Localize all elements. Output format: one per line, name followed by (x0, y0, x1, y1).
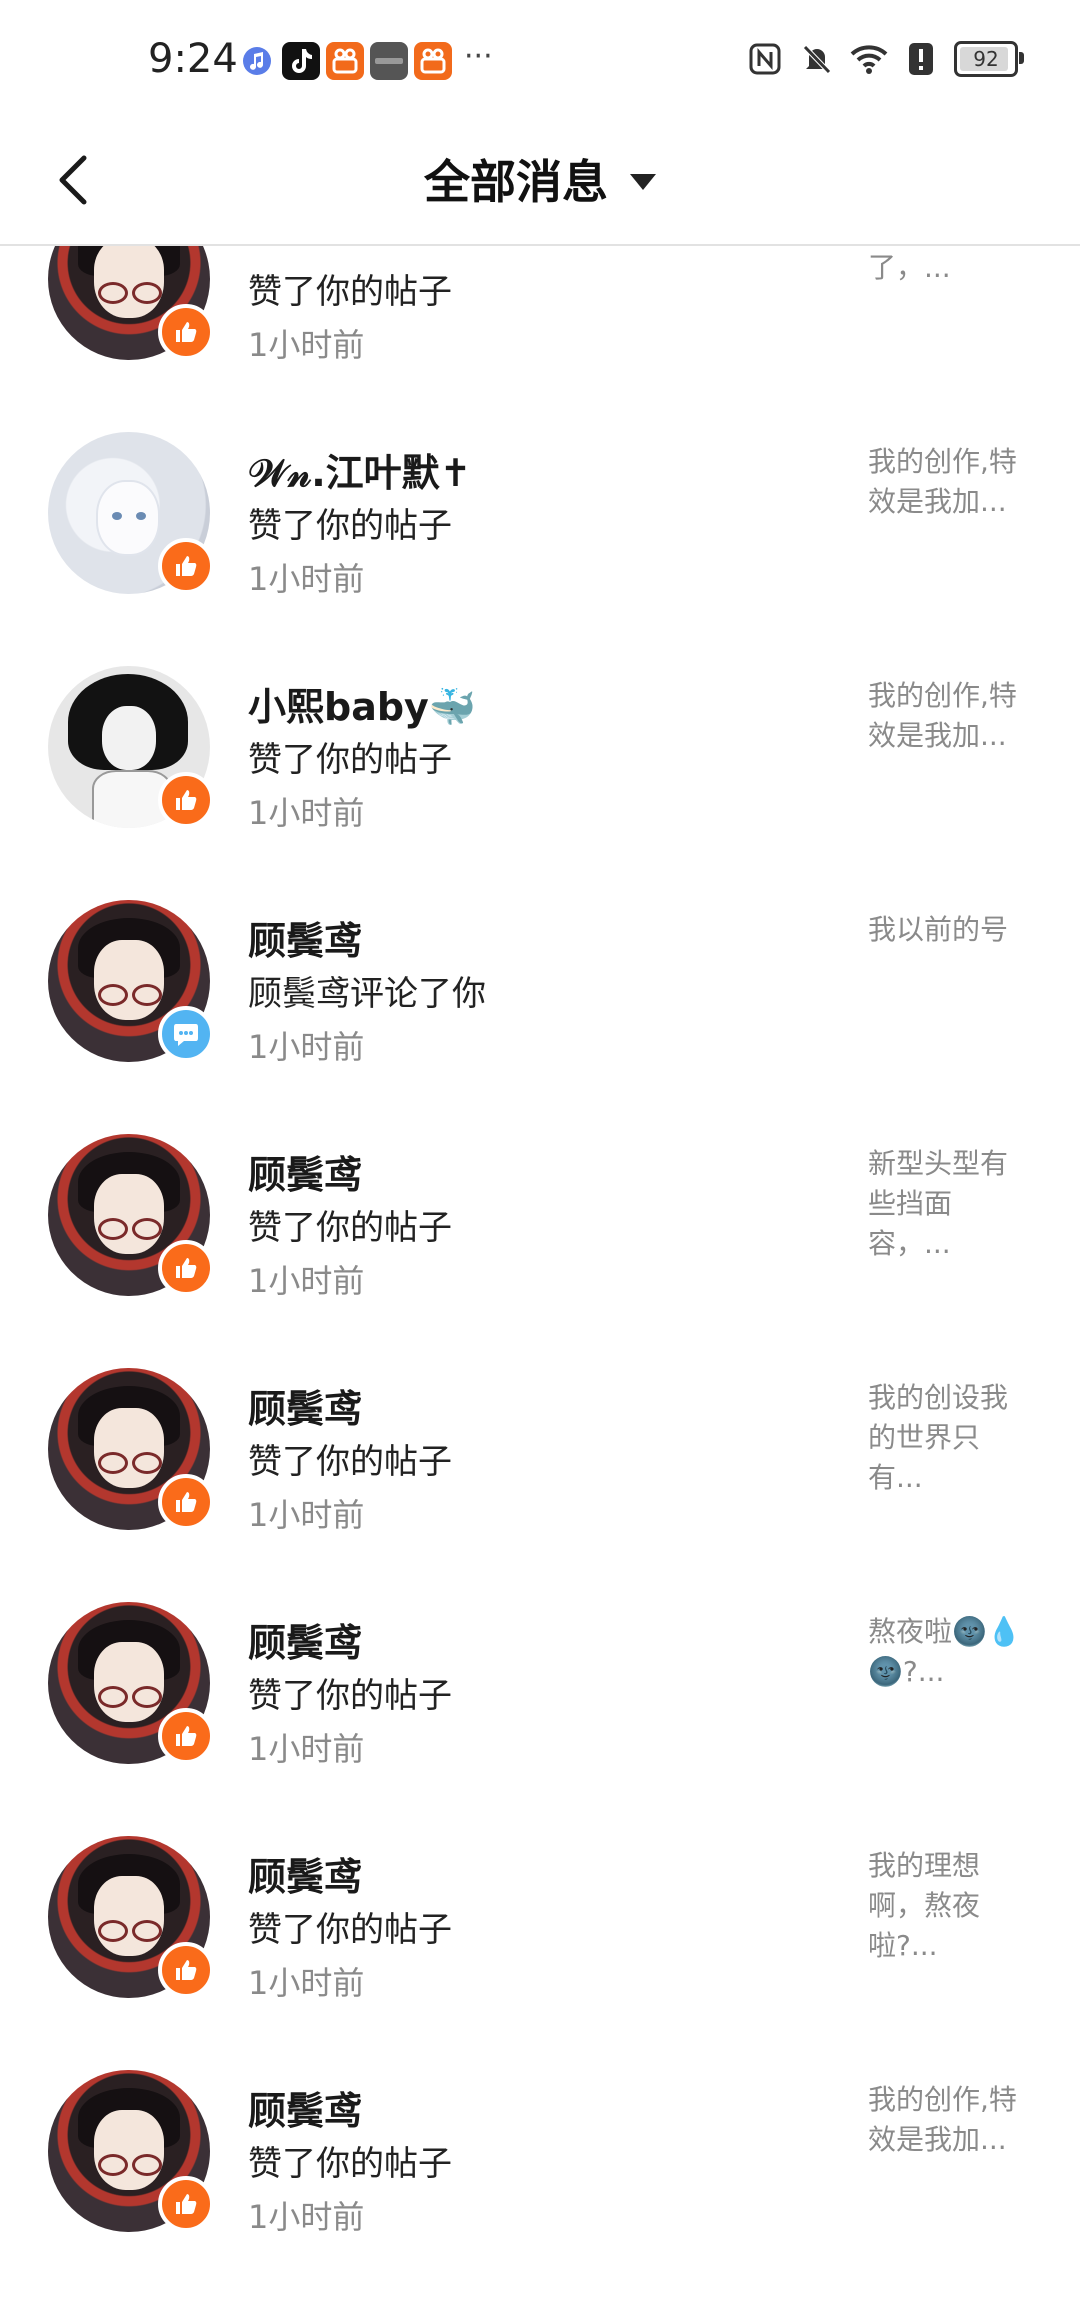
like-badge-icon (158, 1708, 214, 1764)
action-text: 赞了你的帖子 (248, 1442, 452, 1482)
action-text: 赞了你的帖子 (248, 506, 452, 546)
system-icons: 92 (746, 40, 1024, 78)
action-text: 赞了你的帖子 (248, 1910, 452, 1950)
message-item[interactable]: 赞了你的帖子 1小时前 节拍开始了，... (0, 246, 1080, 408)
post-preview[interactable]: 节拍开始了，... (868, 246, 1028, 288)
action-text: 顾鬓鸢评论了你 (248, 974, 486, 1014)
action-text: 赞了你的帖子 (248, 1676, 452, 1716)
wifi-icon (850, 40, 888, 78)
music-app-icon (238, 42, 276, 80)
like-badge-icon (158, 1942, 214, 1998)
timestamp: 1小时前 (248, 1964, 365, 2002)
header: 全部消息 (0, 120, 1080, 246)
like-badge-icon (158, 538, 214, 594)
post-preview[interactable]: 我的创作,特效是我加... (868, 2080, 1028, 2160)
post-preview[interactable]: 我的创作,特效是我加... (868, 676, 1028, 756)
message-item[interactable]: 顾鬓鸢赞了你的帖子 1小时前 熬夜啦🌚💧🌚?... (0, 1578, 1080, 1812)
post-preview[interactable]: 我的理想啊，熬夜啦?... (868, 1846, 1028, 1966)
user-name[interactable]: 顾鬓鸢 (248, 1612, 362, 1667)
caret-down-icon (630, 174, 656, 190)
post-preview[interactable]: 我的创设我的世界只有... (868, 1378, 1028, 1498)
post-preview[interactable]: 我的创作,特效是我加... (868, 442, 1028, 522)
timestamp: 1小时前 (248, 1028, 365, 1066)
status-bar: 9:24 ··· 92 (0, 0, 1080, 120)
timestamp: 1小时前 (248, 794, 365, 832)
timestamp: 1小时前 (248, 1262, 365, 1300)
timestamp: 1小时前 (248, 1496, 365, 1534)
message-item[interactable]: 顾鬓鸢赞了你的帖子 1小时前 我的理想啊，熬夜啦?... (0, 1812, 1080, 2046)
alert-icon (902, 40, 940, 78)
message-list[interactable]: 赞了你的帖子1小时前节拍开始了，...𝒲𝓃.江叶默✝赞了你的帖子1小时前我的创作… (0, 246, 1080, 2310)
notification-icons: ··· (238, 42, 493, 80)
user-name[interactable]: 小熙baby🐳 (248, 676, 476, 731)
more-notifications-icon: ··· (464, 39, 493, 74)
kuaishou-app-icon (326, 42, 364, 80)
user-name[interactable]: 顾鬓鸢 (248, 910, 362, 965)
nfc-icon (746, 40, 784, 78)
user-name[interactable]: 顾鬓鸢 (248, 1378, 362, 1433)
comment-badge-icon (158, 1006, 214, 1062)
huawei-app-icon (370, 42, 408, 80)
action-text: 赞了你的帖子 (248, 740, 452, 780)
timestamp: 1小时前 (248, 560, 365, 598)
message-item[interactable]: 顾鬓鸢赞了你的帖子 1小时前 新型头型有些挡面容，... (0, 1110, 1080, 1344)
message-item[interactable]: 顾鬓鸢赞了你的帖子 1小时前 我的创设我的世界只有... (0, 1344, 1080, 1578)
timestamp: 1小时前 (248, 2198, 365, 2236)
user-name[interactable]: 顾鬓鸢 (248, 1144, 362, 1199)
kuaishou-app-icon-2 (414, 42, 452, 80)
message-item[interactable]: 顾鬓鸢赞了你的帖子 1小时前 我的创作,特效是我加... (0, 2046, 1080, 2280)
like-badge-icon (158, 2176, 214, 2232)
like-badge-icon (158, 1474, 214, 1530)
message-item[interactable]: 小熙baby🐳 赞了你的帖子 1小时前 我的创作,特效是我加... (0, 642, 1080, 876)
mute-bell-icon (798, 40, 836, 78)
status-time: 9:24 (148, 36, 238, 82)
timestamp: 1小时前 (248, 326, 365, 364)
like-badge-icon (158, 304, 214, 360)
action-text: 赞了你的帖子 (248, 2144, 452, 2184)
tiktok-app-icon (282, 42, 320, 80)
timestamp: 1小时前 (248, 1730, 365, 1768)
user-name[interactable]: 顾鬓鸢 (248, 2080, 362, 2135)
post-preview[interactable]: 新型头型有些挡面容，... (868, 1144, 1028, 1264)
battery-indicator: 92 (954, 41, 1024, 77)
page-title: 全部消息 (424, 155, 608, 209)
message-item[interactable]: 𝒲𝓃.江叶默✝ 赞了你的帖子 1小时前 我的创作,特效是我加... (0, 408, 1080, 642)
like-badge-icon (158, 772, 214, 828)
filter-dropdown[interactable]: 全部消息 (0, 146, 1080, 212)
battery-level: 92 (973, 47, 999, 71)
user-name[interactable]: 𝒲𝓃.江叶默✝ (248, 442, 472, 497)
message-item[interactable]: 顾鬓鸢顾鬓鸢评论了你 1小时前 我以前的号 (0, 876, 1080, 1110)
post-preview[interactable]: 我以前的号 (868, 910, 1028, 950)
post-preview[interactable]: 熬夜啦🌚💧🌚?... (868, 1612, 1028, 1692)
like-badge-icon (158, 1240, 214, 1296)
user-name[interactable]: 顾鬓鸢 (248, 1846, 362, 1901)
action-text: 赞了你的帖子 (248, 1208, 452, 1248)
action-text: 赞了你的帖子 (248, 272, 452, 312)
